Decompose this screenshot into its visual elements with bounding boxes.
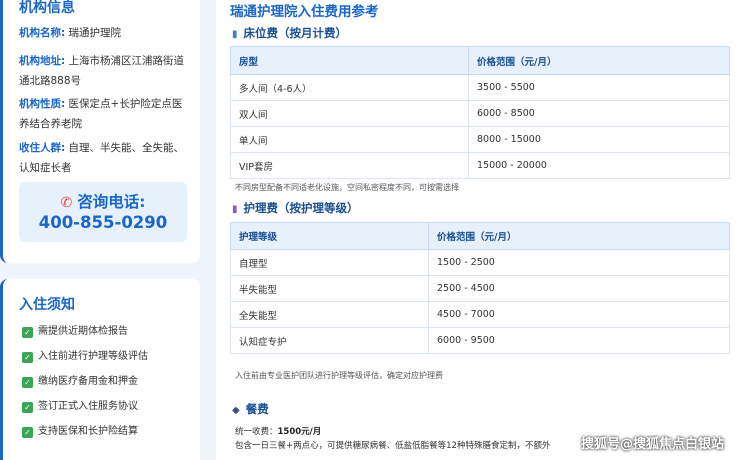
meal-price-prefix: 统一收费：: [235, 427, 278, 437]
table-cell: 8000 - 15000: [468, 126, 730, 153]
fee-reference-panel: 瑞通护理院入住费用参考 ▮ 床位费（按月计费） 房型 价格范围（元/月） 多人间（…: [216, 0, 740, 460]
phone-number[interactable]: 400-855-0290: [19, 213, 187, 232]
care-fee-title: ▮ 护理费（按护理等级）: [232, 200, 359, 216]
check-icon: ✓: [22, 402, 33, 413]
info-label: 机构名称:: [19, 27, 66, 39]
meal-fee-title-text: 餐费: [245, 402, 269, 416]
notice-item: ✓ 需提供近期体检报告: [22, 324, 128, 340]
table-cell: 自理型: [230, 249, 429, 276]
bed-fee-note: 不同房型配备不同适老化设施，空间私密程度不同，可按需选择: [235, 183, 459, 192]
table-header: 价格范围（元/月）: [468, 46, 730, 75]
table-cell: VIP套房: [230, 152, 469, 179]
table-header-row: 护理等级 价格范围（元/月）: [230, 222, 730, 250]
notice-item: ✓ 支持医保和长护险结算: [22, 424, 138, 440]
table-cell: 6000 - 8500: [468, 100, 730, 127]
care-fee-title-text: 护理费（按护理等级）: [243, 201, 359, 215]
info-row-address: 机构地址: 上海市杨浦区江浦路街道通北路888号: [19, 51, 191, 91]
table-header: 护理等级: [230, 222, 429, 250]
check-icon: ✓: [22, 352, 33, 363]
care-fee-note: 入住前由专业医护团队进行护理等级评估，确定对应护理费: [235, 371, 443, 380]
meal-fee-title: ◆ 餐费: [232, 401, 269, 417]
table-row: 认知症专护 6000 - 9500: [230, 327, 730, 354]
notice-item-label: 需提供近期体检报告: [38, 326, 128, 337]
info-label: 收住人群:: [19, 142, 66, 154]
bed-fee-title-text: 床位费（按月计费）: [243, 26, 348, 40]
table-cell: 单人间: [230, 126, 469, 153]
table-header: 价格范围（元/月）: [428, 222, 730, 250]
meal-price-line: 统一收费：1500元/月: [235, 425, 321, 437]
phone-box[interactable]: ✆ 咨询电话: 400-855-0290: [19, 182, 187, 242]
admission-notice-card: 入住须知 ✓ 需提供近期体检报告 ✓ 入住前进行护理等级评估 ✓ 缴纳医疗备用金和押金…: [0, 279, 200, 460]
bed-fee-table: 房型 价格范围（元/月） 多人间（4-6人） 3500 - 5500 双人间 600…: [230, 46, 730, 179]
check-icon: ✓: [22, 427, 33, 438]
table-row: VIP套房 15000 - 20000: [230, 152, 730, 179]
table-row: 全失能型 4500 - 7000: [230, 301, 730, 328]
institution-info-card: 机构信息 机构名称: 瑞通护理院 机构地址: 上海市杨浦区江浦路街道通北路888…: [0, 0, 200, 263]
meal-description: 包含一日三餐+两点心，可提供糖尿病餐、低盐低脂餐等12种特殊膳食定制，不额外: [235, 441, 551, 451]
table-cell: 认知症专护: [230, 327, 429, 354]
table-cell: 4500 - 7000: [428, 301, 730, 328]
table-cell: 6000 - 9500: [428, 327, 730, 354]
info-row-type: 机构性质: 医保定点+长护险定点医养结合养老院: [19, 94, 191, 134]
care-fee-table: 护理等级 价格范围（元/月） 自理型 1500 - 2500 半失能型 2500 -…: [230, 222, 730, 354]
table-header-row: 房型 价格范围（元/月）: [230, 46, 730, 75]
phone-label: 咨询电话:: [77, 193, 146, 211]
table-row: 半失能型 2500 - 4500: [230, 275, 730, 302]
table-cell: 15000 - 20000: [468, 152, 730, 179]
info-label: 机构地址:: [19, 55, 66, 67]
info-row-residents: 收住人群: 自理、半失能、全失能、认知症长者: [19, 138, 191, 178]
meal-icon: ◆: [232, 405, 240, 416]
table-row: 单人间 8000 - 15000: [230, 126, 730, 153]
bed-icon: ▮: [232, 29, 238, 40]
notice-item-label: 入住前进行护理等级评估: [38, 351, 148, 362]
watermark: 搜狐号@搜狐焦点白银站: [580, 437, 724, 452]
table-cell: 全失能型: [230, 301, 429, 328]
table-cell: 2500 - 4500: [428, 275, 730, 302]
phone-icon: ✆: [60, 195, 73, 211]
table-cell: 半失能型: [230, 275, 429, 302]
table-row: 双人间 6000 - 8500: [230, 100, 730, 127]
phone-label-line: ✆ 咨询电话:: [19, 190, 187, 212]
table-row: 多人间（4-6人） 3500 - 5500: [230, 74, 730, 101]
notice-item-label: 支持医保和长护险结算: [38, 426, 138, 437]
info-value: 瑞通护理院: [68, 27, 122, 39]
table-cell: 双人间: [230, 100, 469, 127]
notice-item: ✓ 入住前进行护理等级评估: [22, 349, 148, 365]
table-cell: 多人间（4-6人）: [230, 74, 469, 101]
table-header: 房型: [230, 46, 469, 75]
table-cell: 1500 - 2500: [428, 249, 730, 276]
info-label: 机构性质:: [19, 98, 66, 110]
page-title: 瑞通护理院入住费用参考: [230, 4, 379, 20]
notice-item: ✓ 缴纳医疗备用金和押金: [22, 374, 138, 390]
table-row: 自理型 1500 - 2500: [230, 249, 730, 276]
notice-item: ✓ 签订正式入住服务协议: [22, 399, 138, 415]
info-row-name: 机构名称: 瑞通护理院: [19, 23, 191, 43]
bed-fee-title: ▮ 床位费（按月计费）: [232, 25, 347, 41]
notice-title: 入住须知: [19, 297, 75, 313]
info-title: 机构信息: [19, 0, 75, 16]
meal-price-value: 1500元/月: [277, 427, 322, 437]
check-icon: ✓: [22, 377, 33, 388]
notice-item-label: 缴纳医疗备用金和押金: [38, 376, 138, 387]
care-book-icon: ▮: [232, 204, 238, 215]
table-cell: 3500 - 5500: [468, 74, 730, 101]
notice-item-label: 签订正式入住服务协议: [38, 401, 138, 412]
check-icon: ✓: [22, 327, 33, 338]
